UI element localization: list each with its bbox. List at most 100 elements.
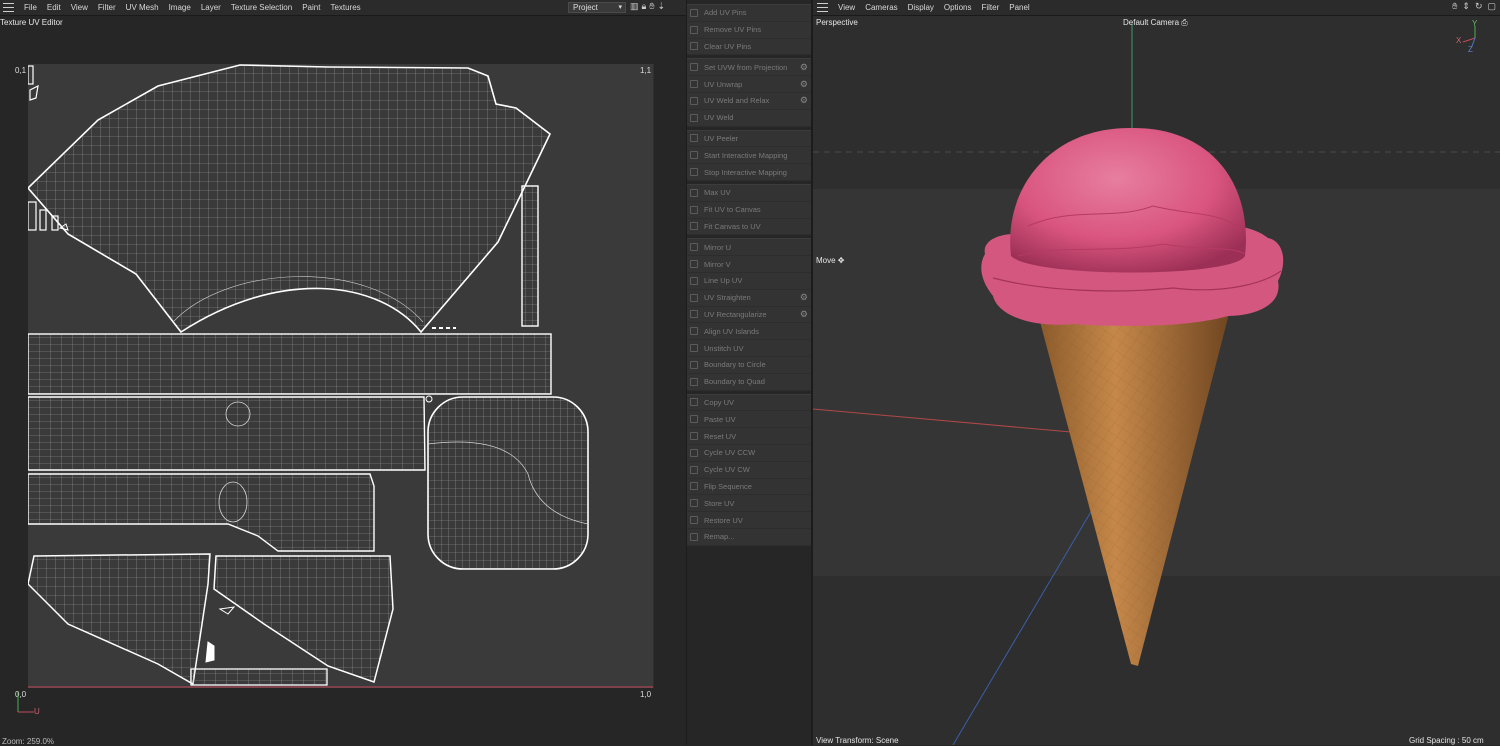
menu-filter[interactable]: Filter	[93, 3, 121, 12]
tool-icon	[690, 482, 698, 491]
menu-uv-mesh[interactable]: UV Mesh	[121, 3, 164, 12]
pan-hand-icon[interactable]: ✋︎	[1452, 1, 1457, 12]
uv-canvas[interactable]	[28, 64, 654, 688]
maximize-icon[interactable]: ▢	[1487, 1, 1496, 12]
tool-item-label: Boundary to Quad	[704, 377, 765, 387]
viewport-menubar: View Cameras Display Options Filter Pane…	[813, 0, 1500, 16]
viewport-hamburger-icon[interactable]	[817, 3, 828, 12]
view-name-label: Perspective	[816, 18, 858, 27]
tool-group: Max UV Fit UV to Canvas Fit Canvas to UV	[687, 183, 811, 236]
tool-item-label: UV Peeler	[704, 133, 739, 143]
menu-layer[interactable]: Layer	[196, 3, 226, 12]
tool-item-uv-weld-and-relax[interactable]: UV Weld and Relax ⚙	[687, 93, 811, 110]
histogram-icon[interactable]: ▥	[630, 1, 639, 12]
menu-view[interactable]: View	[66, 3, 93, 12]
vp-menu-display[interactable]: Display	[903, 3, 939, 12]
3d-viewport[interactable]: Perspective Default Camera ⎙ Move ✥ View…	[813, 16, 1500, 745]
uv-island-fan-right	[213, 555, 394, 683]
tool-item-mirror-v[interactable]: Mirror V	[687, 256, 811, 273]
gizmo-x-label: X	[1456, 36, 1462, 45]
tool-item-restore-uv[interactable]: Restore UV	[687, 512, 811, 529]
gizmo-z-label: Z	[1468, 45, 1473, 54]
project-select[interactable]: Project ▾	[568, 2, 626, 13]
tool-item-uv-peeler[interactable]: UV Peeler	[687, 131, 811, 148]
tool-item-reset-uv[interactable]: Reset UV	[687, 428, 811, 445]
tool-item-label: Remove UV Pins	[704, 25, 762, 35]
vp-menu-panel[interactable]: Panel	[1004, 3, 1034, 12]
hamburger-menu-icon[interactable]	[3, 3, 14, 12]
tool-icon	[690, 188, 698, 197]
tool-item-fit-canvas-to-uv[interactable]: Fit Canvas to UV	[687, 219, 811, 236]
tool-item-remap[interactable]: Remap...	[687, 529, 811, 546]
uv-islands-svg	[28, 64, 653, 688]
tool-name: Move	[816, 256, 836, 265]
tool-item-store-uv[interactable]: Store UV	[687, 495, 811, 513]
tool-icon	[690, 151, 698, 160]
uv-island-top	[28, 64, 552, 334]
tool-item-label: Line Up UV	[704, 276, 743, 286]
menu-textures[interactable]: Textures	[325, 3, 365, 12]
gear-icon[interactable]: ⚙	[800, 79, 808, 90]
vp-menu-view[interactable]: View	[833, 3, 860, 12]
camera-label[interactable]: Default Camera ⎙	[1123, 18, 1188, 28]
tool-item-flip-sequence[interactable]: Flip Sequence	[687, 479, 811, 496]
menu-texture-selection[interactable]: Texture Selection	[226, 3, 297, 12]
move-vertical-icon[interactable]: ⇕	[1462, 1, 1470, 12]
menu-file[interactable]: File	[19, 3, 42, 12]
tool-item-label: Cycle UV CW	[704, 465, 750, 475]
tool-item-line-up-uv[interactable]: Line Up UV	[687, 273, 811, 290]
tool-item-label: Stop Interactive Mapping	[704, 167, 787, 177]
tool-item-label: Paste UV	[704, 414, 736, 424]
tool-item-cycle-uv-ccw[interactable]: Cycle UV CCW	[687, 445, 811, 462]
tool-item-boundary-to-quad[interactable]: Boundary to Quad	[687, 374, 811, 391]
vp-menu-filter[interactable]: Filter	[976, 3, 1004, 12]
menu-edit[interactable]: Edit	[42, 3, 66, 12]
tool-item-uv-weld[interactable]: UV Weld	[687, 110, 811, 127]
tool-item-unstitch-uv[interactable]: Unstitch UV	[687, 340, 811, 357]
tool-item-uv-unwrap[interactable]: UV Unwrap ⚙	[687, 76, 811, 93]
tool-item-uv-rectangularize[interactable]: UV Rectangularize ⚙	[687, 307, 811, 324]
tool-item-uv-straighten[interactable]: UV Straighten ⚙	[687, 290, 811, 307]
gear-icon[interactable]: ⚙	[800, 95, 808, 106]
editor-title: Texture UV Editor	[0, 18, 63, 27]
tool-item-label: UV Unwrap	[704, 79, 743, 89]
chevron-down-icon: ▾	[618, 4, 622, 11]
tool-item-start-interactive-mapping[interactable]: Start Interactive Mapping	[687, 147, 811, 165]
vp-menu-options[interactable]: Options	[939, 3, 977, 12]
viewport-scene-svg	[813, 24, 1500, 745]
tool-item-add-uv-pins[interactable]: Add UV Pins	[687, 5, 811, 22]
tool-item-label: Fit UV to Canvas	[704, 205, 761, 215]
tool-item-max-uv[interactable]: Max UV	[687, 185, 811, 202]
tool-item-align-uv-islands[interactable]: Align UV Islands	[687, 323, 811, 341]
gear-icon[interactable]: ⚙	[800, 309, 808, 320]
lock-icon[interactable]: 🔒︎	[642, 1, 647, 12]
tool-group: Copy UV Paste UV Reset UV Cycle UV CCW Cycle…	[687, 393, 811, 546]
gear-icon[interactable]: ⚙	[800, 292, 808, 303]
pan-hand-icon[interactable]: ✋︎	[649, 1, 654, 12]
tool-item-cycle-uv-cw[interactable]: Cycle UV CW	[687, 462, 811, 479]
tool-item-label: Mirror U	[704, 242, 732, 252]
tool-item-fit-uv-to-canvas[interactable]: Fit UV to Canvas	[687, 202, 811, 219]
gear-icon[interactable]: ⚙	[800, 62, 808, 73]
tool-item-label: Remap...	[704, 532, 735, 542]
tool-item-set-uvw-from-projection[interactable]: Set UVW from Projection ⚙	[687, 59, 811, 77]
menu-paint[interactable]: Paint	[297, 3, 325, 12]
tool-item-label: Clear UV Pins	[704, 41, 752, 51]
tool-item-remove-uv-pins[interactable]: Remove UV Pins	[687, 22, 811, 39]
tool-item-label: Start Interactive Mapping	[704, 150, 788, 160]
vp-menu-cameras[interactable]: Cameras	[860, 3, 902, 12]
tool-item-clear-uv-pins[interactable]: Clear UV Pins	[687, 39, 811, 56]
uv-corner-top-right: 1,1	[640, 66, 652, 75]
tool-item-label: Fit Canvas to UV	[704, 221, 761, 231]
tool-item-boundary-to-circle[interactable]: Boundary to Circle	[687, 357, 811, 374]
tool-item-stop-interactive-mapping[interactable]: Stop Interactive Mapping	[687, 164, 811, 181]
tool-item-mirror-u[interactable]: Mirror U	[687, 239, 811, 257]
move-down-icon[interactable]: ⇣	[657, 1, 665, 12]
tool-item-paste-uv[interactable]: Paste UV	[687, 411, 811, 429]
menu-image[interactable]: Image	[164, 3, 196, 12]
tool-icon	[690, 432, 698, 441]
orbit-icon[interactable]: ↻	[1475, 1, 1483, 12]
uv-toolbar-icons: ▥ 🔒︎ ✋︎ ⇣	[630, 1, 665, 12]
tool-item-copy-uv[interactable]: Copy UV	[687, 395, 811, 412]
tool-group: Add UV Pins Remove UV Pins Clear UV Pins	[687, 4, 811, 56]
